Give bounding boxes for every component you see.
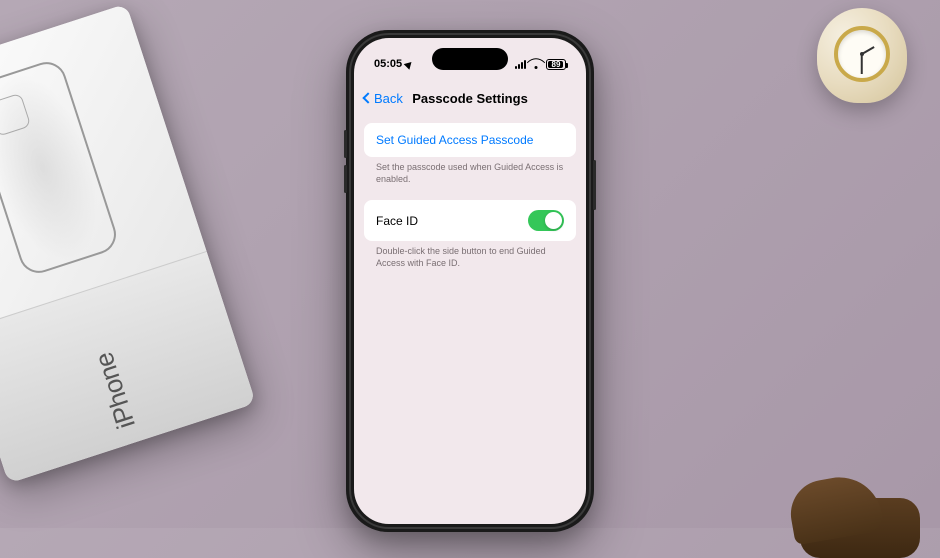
face-id-row: Face ID [364,200,576,241]
phone-screen: 05:05 89 Back Passcode Settings [354,38,586,524]
box-brand-text: iPhone [88,349,142,433]
user-hand [740,448,920,538]
iphone-retail-box: iPhone [0,0,281,502]
signal-icon [515,60,526,69]
set-guided-access-passcode-row[interactable]: Set Guided Access Passcode [364,123,576,157]
location-icon [404,59,415,70]
set-passcode-footer: Set the passcode used when Guided Access… [364,157,576,200]
desk-clock [817,8,912,113]
back-button[interactable]: Back [364,91,403,106]
wifi-icon [530,60,542,69]
face-id-label: Face ID [376,214,418,228]
face-id-footer: Double-click the side button to end Guid… [364,241,576,284]
page-title: Passcode Settings [412,91,528,106]
settings-content: Set Guided Access Passcode Set the passc… [354,123,586,524]
back-label: Back [374,91,403,106]
iphone-device: 05:05 89 Back Passcode Settings [346,30,594,532]
battery-icon: 89 [546,59,566,70]
status-time: 05:05 [374,58,402,70]
dynamic-island [432,48,508,70]
set-passcode-label: Set Guided Access Passcode [376,133,533,147]
face-id-toggle[interactable] [528,210,564,231]
nav-header: Back Passcode Settings [354,80,586,116]
chevron-left-icon [362,92,373,103]
